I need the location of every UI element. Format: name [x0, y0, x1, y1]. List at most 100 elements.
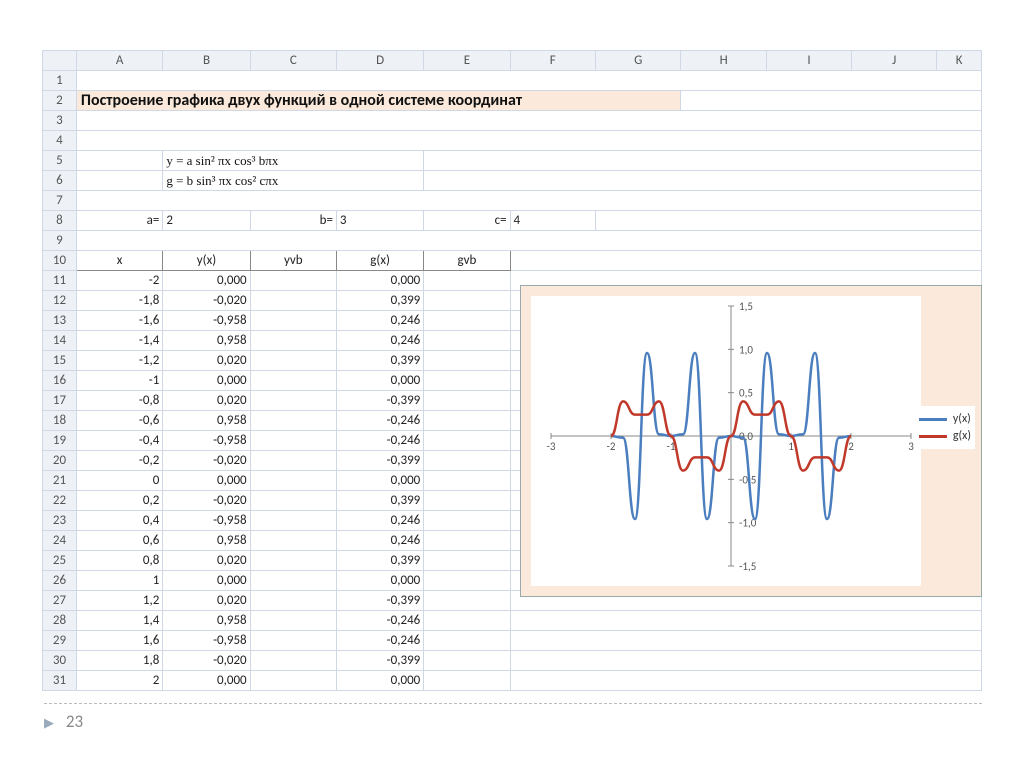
cell-x[interactable]: -0,6 [76, 411, 162, 431]
cell[interactable] [76, 71, 981, 91]
row-header[interactable]: 30 [43, 651, 77, 671]
param-a-label[interactable]: a= [76, 211, 162, 231]
cell-yvb[interactable] [250, 591, 336, 611]
cell-x[interactable]: -1,2 [76, 351, 162, 371]
row-header[interactable]: 26 [43, 571, 77, 591]
cell-gx[interactable]: 0,246 [336, 511, 423, 531]
cell-x[interactable]: 0,2 [76, 491, 162, 511]
cell-gvb[interactable] [424, 431, 510, 451]
cell-gvb[interactable] [424, 631, 510, 651]
cell-yx[interactable]: -0,958 [163, 511, 250, 531]
cell-yvb[interactable] [250, 631, 336, 651]
cell[interactable] [76, 231, 981, 251]
cell-x[interactable]: 1,4 [76, 611, 162, 631]
cell-gvb[interactable] [424, 651, 510, 671]
row-header[interactable]: 10 [43, 251, 77, 271]
cell-x[interactable]: -1,6 [76, 311, 162, 331]
cell-yx[interactable]: 0,020 [163, 551, 250, 571]
cell-yx[interactable]: 0,958 [163, 411, 250, 431]
cell-gvb[interactable] [424, 511, 510, 531]
cell-x[interactable]: 2 [76, 671, 162, 691]
param-c-label[interactable]: c= [424, 211, 510, 231]
row-header[interactable]: 5 [43, 151, 77, 171]
col-header[interactable]: C [250, 51, 336, 71]
cell-x[interactable]: -0,8 [76, 391, 162, 411]
row-header[interactable]: 3 [43, 111, 77, 131]
row-header[interactable]: 13 [43, 311, 77, 331]
col-header[interactable]: F [510, 51, 595, 71]
cell-yx[interactable]: 0,958 [163, 331, 250, 351]
cell-yvb[interactable] [250, 491, 336, 511]
row-header[interactable]: 24 [43, 531, 77, 551]
cell-yx[interactable]: -0,020 [163, 291, 250, 311]
cell-yx[interactable]: 0,958 [163, 611, 250, 631]
cell-yx[interactable]: 0,000 [163, 471, 250, 491]
col-header[interactable]: A [76, 51, 162, 71]
cell-gvb[interactable] [424, 311, 510, 331]
cell-gvb[interactable] [424, 551, 510, 571]
row-header[interactable]: 19 [43, 431, 77, 451]
cell-x[interactable]: -0,4 [76, 431, 162, 451]
cell-yvb[interactable] [250, 331, 336, 351]
cell-yvb[interactable] [250, 571, 336, 591]
cell-x[interactable]: -1,4 [76, 331, 162, 351]
cell-x[interactable]: 0 [76, 471, 162, 491]
cell-yx[interactable]: -0,958 [163, 311, 250, 331]
cell-gvb[interactable] [424, 471, 510, 491]
row-header[interactable]: 16 [43, 371, 77, 391]
cell-gx[interactable]: 0,246 [336, 331, 423, 351]
cell-gvb[interactable] [424, 351, 510, 371]
col-header[interactable]: J [852, 51, 937, 71]
cell-x[interactable]: -1,8 [76, 291, 162, 311]
cell-gx[interactable]: -0,399 [336, 391, 423, 411]
cell-yx[interactable]: -0,958 [163, 431, 250, 451]
row-header[interactable]: 17 [43, 391, 77, 411]
cell-yvb[interactable] [250, 511, 336, 531]
cell-gvb[interactable] [424, 411, 510, 431]
cell-yvb[interactable] [250, 351, 336, 371]
cell-yvb[interactable] [250, 551, 336, 571]
cell-gx[interactable]: 0,246 [336, 311, 423, 331]
cell-gx[interactable]: 0,399 [336, 291, 423, 311]
cell-yx[interactable]: -0,020 [163, 451, 250, 471]
table-header-gx[interactable]: g(x) [336, 251, 423, 271]
cell-yvb[interactable] [250, 471, 336, 491]
cell-gvb[interactable] [424, 571, 510, 591]
row-header[interactable]: 21 [43, 471, 77, 491]
row-header[interactable]: 25 [43, 551, 77, 571]
cell-gx[interactable]: -0,246 [336, 631, 423, 651]
cell-yx[interactable]: -0,958 [163, 631, 250, 651]
row-header[interactable]: 1 [43, 71, 77, 91]
cell[interactable] [76, 131, 981, 151]
cell-gx[interactable]: -0,399 [336, 591, 423, 611]
cell-gvb[interactable] [424, 271, 510, 291]
row-header[interactable]: 8 [43, 211, 77, 231]
row-header[interactable]: 9 [43, 231, 77, 251]
param-b-label[interactable]: b= [250, 211, 336, 231]
table-header-yx[interactable]: y(x) [163, 251, 250, 271]
cell-x[interactable]: 1,6 [76, 631, 162, 651]
cell-yx[interactable]: 0,000 [163, 271, 250, 291]
cell-gvb[interactable] [424, 491, 510, 511]
cell-gvb[interactable] [424, 591, 510, 611]
cell-gx[interactable]: 0,399 [336, 491, 423, 511]
cell-gx[interactable]: 0,000 [336, 371, 423, 391]
cell[interactable] [510, 671, 981, 691]
cell-yvb[interactable] [250, 391, 336, 411]
cell-gx[interactable]: 0,399 [336, 351, 423, 371]
cell-gvb[interactable] [424, 611, 510, 631]
row-header[interactable]: 22 [43, 491, 77, 511]
row-header[interactable]: 18 [43, 411, 77, 431]
chart-container[interactable]: -3-2-1123-1,5-1,0-0,50,00,51,01,5 y(x) g… [520, 285, 982, 597]
cell-gvb[interactable] [424, 331, 510, 351]
cell-gx[interactable]: -0,246 [336, 431, 423, 451]
row-header[interactable]: 6 [43, 171, 77, 191]
row-header[interactable]: 28 [43, 611, 77, 631]
cell[interactable] [424, 151, 982, 171]
row-header[interactable]: 7 [43, 191, 77, 211]
row-header[interactable]: 4 [43, 131, 77, 151]
cell[interactable] [595, 211, 981, 231]
cell[interactable] [76, 151, 162, 171]
cell-yx[interactable]: 0,020 [163, 391, 250, 411]
cell-gx[interactable]: -0,399 [336, 451, 423, 471]
